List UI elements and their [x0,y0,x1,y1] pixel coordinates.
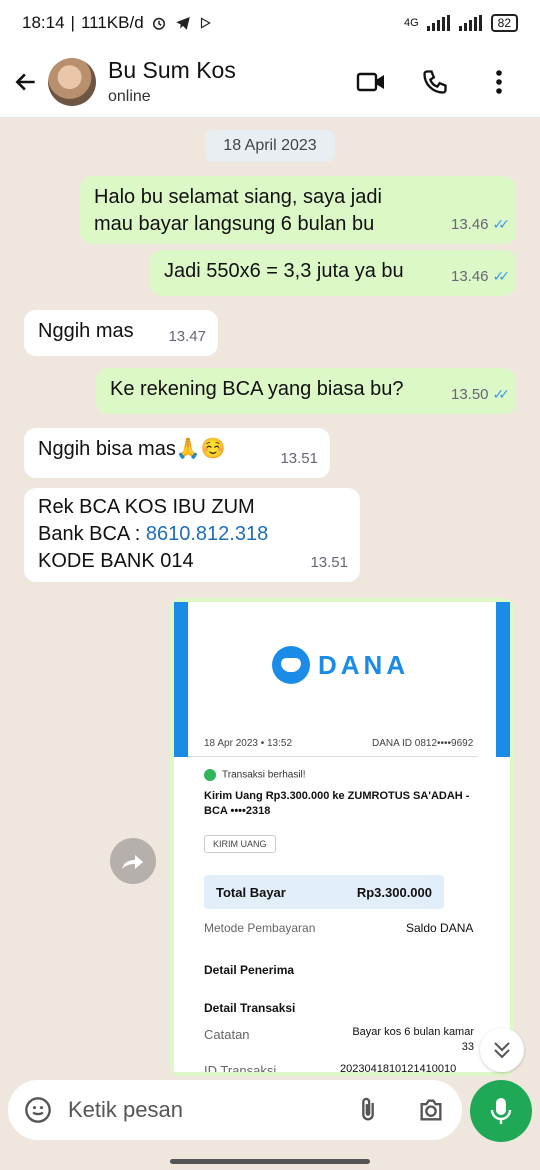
message-time: 13.51 [310,554,348,571]
message-outgoing[interactable]: Ke rekening BCA yang biasa bu? 13.50 ✓✓ [96,368,516,414]
message-text: Ke rekening BCA yang biasa bu? [110,378,404,400]
message-composer[interactable]: Ketik pesan [8,1080,462,1140]
receipt-total-row: Total Bayar Rp3.300.000 [204,875,444,909]
scroll-to-bottom-button[interactable] [480,1028,524,1072]
chat-header: Bu Sum Kos online [0,46,540,118]
success-check-icon [204,769,216,781]
receipt-recipient-label: Detail Penerima [204,963,295,977]
message-time: 13.50 ✓✓ [451,381,511,408]
back-arrow-icon [15,72,35,91]
receipt-date: 18 Apr 2023 • 13:52 [204,738,293,749]
message-incoming[interactable]: Nggih bisa mas🙏☺️ 13.51 [24,428,330,478]
signal-icon [426,15,450,31]
receipt-status: Transaksi berhasil! [204,769,306,781]
message-incoming[interactable]: Rek BCA KOS IBU ZUM Bank BCA : 8610.812.… [24,488,360,582]
contact-info[interactable]: Bu Sum Kos online [108,57,236,106]
dana-logo: DANA [272,646,409,684]
network-type: 4G [403,17,419,29]
message-time: 13.46 ✓✓ [451,263,511,290]
voice-message-button[interactable] [470,1080,532,1142]
receipt-method-value: Saldo DANA [406,921,474,935]
receipt-id-label: ID Transaksi [204,1063,277,1072]
read-ticks-icon: ✓✓ [492,216,511,232]
back-button[interactable] [12,68,40,96]
contact-status: online [108,88,151,105]
read-ticks-icon: ✓✓ [492,386,511,402]
message-text: Halo bu selamat siang, saya jadi mau bay… [94,186,382,235]
forward-icon [122,855,143,869]
read-ticks-icon: ✓✓ [492,268,511,284]
message-text: Nggih bisa mas🙏☺️ [38,438,226,460]
forward-button[interactable] [110,838,156,884]
message-line: Bank BCA : 8610.812.318 [38,523,269,545]
chat-area[interactable]: 18 April 2023 Halo bu selamat siang, say… [0,118,540,1078]
receipt-dana-id: DANA ID 0812••••9692 [372,738,474,749]
message-incoming[interactable]: Nggih mas 13.47 [24,310,218,356]
message-outgoing[interactable]: Jadi 550x6 = 3,3 juta ya bu 13.46 ✓✓ [150,250,516,296]
receipt-method-label: Metode Pembayaran [204,921,316,935]
receipt-accent-left [174,602,188,757]
message-outgoing[interactable]: Halo bu selamat siang, saya jadi mau bay… [80,176,516,244]
dana-logo-icon [272,646,310,684]
message-line: Rek BCA KOS IBU ZUM [38,496,255,518]
more-options-button[interactable] [484,67,514,97]
more-vert-icon [496,69,502,94]
battery-level: 82 [490,14,518,32]
network-speed: 111KB/d [80,13,144,32]
message-time: 13.47 [168,328,206,345]
receipt-type-chip: KIRIM UANG [204,835,276,853]
message-text: Jadi 550x6 = 3,3 juta ya bu [164,260,404,282]
status-time: 18:14 [22,13,65,32]
receipt-note-label: Catatan [204,1027,250,1042]
status-bar: 18:14 | 111KB/d 4G 82 [0,0,540,46]
contact-name: Bu Sum Kos [108,57,236,83]
video-call-icon [356,72,384,91]
emoji-icon[interactable] [24,1096,52,1124]
date-chip: 18 April 2023 [205,130,335,162]
message-text: Nggih mas [38,320,134,342]
receipt-image[interactable]: DANA 18 Apr 2023 • 13:52 DANA ID 0812•••… [174,602,510,1072]
message-time: 13.46 ✓✓ [451,211,511,238]
alarm-icon [152,17,165,30]
dana-wordmark: DANA [318,649,410,680]
receipt-note-value: Bayar kos 6 bulan kamar 33 [352,1026,474,1053]
attach-icon[interactable] [354,1096,382,1124]
message-input[interactable]: Ketik pesan [68,1097,354,1123]
signal-icon-2 [458,15,482,31]
home-indicator[interactable] [170,1159,370,1164]
video-call-button[interactable] [356,67,386,97]
receipt-accent-right [496,602,510,757]
receipt-id-value: 2023041810121410010 [340,1063,457,1072]
message-line: KODE BANK 014 [38,550,194,572]
receipt-transaction-label: Detail Transaksi [204,1001,296,1015]
message-time: 13.51 [280,450,318,467]
voice-call-icon [423,69,447,94]
microphone-icon [490,1098,512,1124]
play-icon [200,17,211,29]
telegram-icon [175,17,190,30]
receipt-card: Transaksi berhasil! Kirim Uang Rp3.300.0… [188,756,478,1072]
account-number-link[interactable]: 8610.812.318 [146,523,268,545]
voice-call-button[interactable] [420,67,450,97]
double-chevron-down-icon [494,1042,510,1059]
image-message[interactable]: DANA 18 Apr 2023 • 13:52 DANA ID 0812•••… [170,598,514,1076]
camera-icon[interactable] [416,1096,446,1124]
avatar[interactable] [48,57,96,106]
receipt-description: Kirim Uang Rp3.300.000 ke ZUMROTUS SA'AD… [204,790,470,817]
